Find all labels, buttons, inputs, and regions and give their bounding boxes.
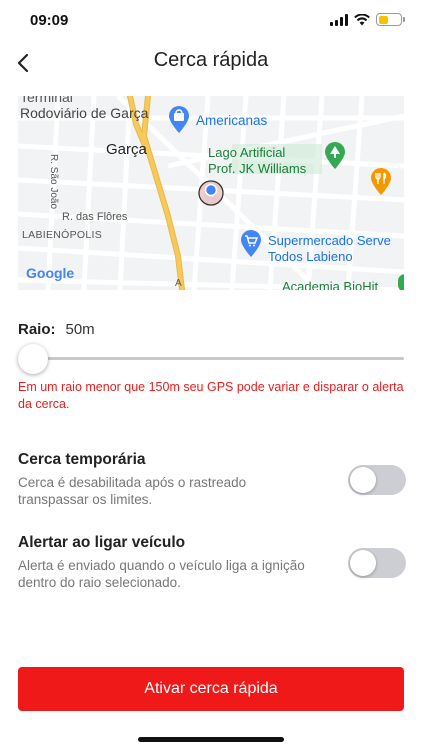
map-label-lago-2: Prof. JK Williams <box>208 161 307 176</box>
map-label-lago-1: Lago Artificial <box>208 145 286 160</box>
map-label-supermercado-2: Todos Labieno <box>268 249 353 264</box>
map-view[interactable]: Terminal Rodoviário de Garça Garça Ameri… <box>18 96 404 290</box>
activate-fence-button[interactable]: Ativar cerca rápida <box>18 667 404 711</box>
radius-value: 50m <box>65 321 95 338</box>
option-description: Cerca é desabilitada após o rastreado tr… <box>18 475 247 507</box>
gps-warning-text: Em um raio menor que 150m seu GPS pode v… <box>18 380 404 411</box>
map-label-supermercado-1: Supermercado Serve <box>268 233 391 248</box>
cellular-signal-icon <box>330 13 348 26</box>
map-label-rodoviario: Rodoviário de Garça <box>20 105 149 121</box>
temporary-fence-toggle[interactable] <box>348 465 406 495</box>
restaurant-icon <box>371 168 391 195</box>
map-label-garca: Garça <box>106 141 147 158</box>
park-pin-icon <box>325 142 345 169</box>
page-title: Cerca rápida <box>153 49 269 71</box>
nav-bar: Cerca rápida <box>0 40 422 84</box>
home-indicator <box>138 737 284 742</box>
option-title: Cerca temporária <box>18 451 146 468</box>
slider-thumb[interactable] <box>18 344 48 374</box>
toggle-knob <box>350 550 376 576</box>
cart-icon <box>241 230 261 257</box>
option-temporary-fence: Cerca temporária Cerca é desabilitada ap… <box>18 451 408 508</box>
radius-label: Raio: <box>18 321 56 338</box>
map-label-terminal: Terminal <box>20 96 73 105</box>
option-title: Alertar ao ligar veículo <box>18 534 186 551</box>
toggle-knob <box>350 467 376 493</box>
map-label-academia: Academia BioHit <box>282 279 379 290</box>
option-ignition-alert: Alertar ao ligar veículo Alerta é enviad… <box>18 534 408 591</box>
battery-level <box>378 15 388 24</box>
status-bar: 09:09 <box>0 0 422 40</box>
option-description: Alerta é enviado quando o veículo liga a… <box>18 558 305 590</box>
location-marker-icon <box>204 183 218 197</box>
map-road-marker: A <box>175 278 182 289</box>
ignition-alert-toggle[interactable] <box>348 548 406 578</box>
map-label-labienopolis: LABIENÓPOLIS <box>22 229 103 241</box>
status-time: 09:09 <box>30 12 69 29</box>
battery-icon <box>376 13 405 26</box>
status-icons <box>330 13 405 26</box>
map-label-americanas: Americanas <box>196 113 268 128</box>
map-green-dot <box>398 274 404 290</box>
radius-row: Raio: 50m <box>18 321 95 338</box>
google-logo: Google <box>26 265 75 281</box>
map-label-rua-das-flores: R. das Flôres <box>62 211 128 223</box>
wifi-icon <box>354 13 370 25</box>
slider-track <box>18 357 404 360</box>
radius-slider[interactable] <box>18 344 404 374</box>
shopping-bag-icon <box>169 106 189 133</box>
map-label-rua-sao-joao: R. São João <box>48 154 59 210</box>
